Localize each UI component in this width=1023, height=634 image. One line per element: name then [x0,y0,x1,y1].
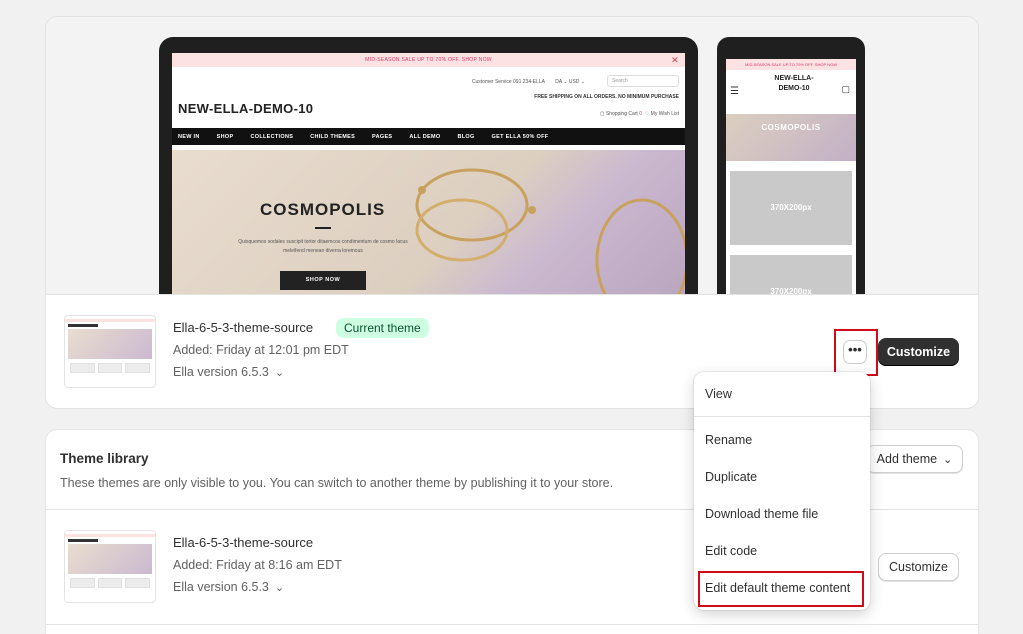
heart-icon: ♡ [644,111,650,117]
preview-nav: NEW IN SHOP COLLECTIONS CHILD THEMES PAG… [172,128,685,145]
current-theme-name: Ella-6-5-3-theme-source [173,320,314,335]
current-theme-version[interactable]: Ella version 6.5.3 ⌄ [173,365,284,379]
mobile-hero-title: COSMOPOLIS [761,123,821,132]
preview-nav-item: SHOP [216,133,234,140]
preview-announcement-bar: MID-SEASON SALE UP TO 70% OFF. SHOP NOW … [172,53,685,67]
highlight-box [834,329,878,376]
current-theme-thumbnail [64,315,156,388]
library-theme-version[interactable]: Ella version 6.5.3 ⌄ [173,580,284,594]
mobile-logo: NEW-ELLA-DEMO-10 [774,75,814,92]
version-label: Ella version 6.5.3 [173,365,269,379]
hero-divider [315,227,331,229]
library-theme-name: Ella-6-5-3-theme-source [173,535,314,550]
menu-item-duplicate[interactable]: Duplicate [705,470,757,484]
menu-item-download-theme-file[interactable]: Download theme file [705,507,818,521]
library-customize-button[interactable]: Customize [878,553,959,581]
preview-topbar: Customer Service 091 234-ELLA DA ⌄ USD ⌄… [172,67,685,92]
theme-preview[interactable]: MID-SEASON SALE UP TO 70% OFF. SHOP NOW … [46,17,978,295]
mobile-announcement-bar: MID-SEASON SALE UP TO 70% OFF. SHOP NOW [726,59,856,70]
preview-cart-count: 0 [639,111,642,117]
bag-icon: ▢ [841,84,850,94]
mobile-preview: MID-SEASON SALE UP TO 70% OFF. SHOP NOW … [717,37,865,294]
preview-hero-banner: COSMOPOLIS Quisquemos sodales suscipit t… [172,150,685,294]
menu-item-view[interactable]: View [705,387,732,401]
preview-language: DA ⌄ [555,79,568,85]
preview-search-box: Search [607,75,679,87]
preview-nav-item: PAGES [372,133,393,140]
preview-wishlist-label: My Wish List [650,111,679,117]
preview-nav-item: NEW IN [178,133,200,140]
library-theme-thumbnail [64,530,156,603]
current-theme-badge: Current theme [336,318,429,338]
current-theme-added: Added: Friday at 12:01 pm EDT [173,343,349,357]
preview-hero-text: Quisquemos sodales suscipit tortor ditae… [238,239,408,254]
mobile-placeholder-tile: 370X200px [730,255,852,294]
preview-nav-item: ALL DEMO [409,133,441,140]
menu-item-rename[interactable]: Rename [705,433,752,447]
desktop-preview: MID-SEASON SALE UP TO 70% OFF. SHOP NOW … [159,37,698,294]
customize-button[interactable]: Customize [878,338,959,366]
menu-icon: ☰ [730,86,739,97]
library-theme-added: Added: Friday at 8:16 am EDT [173,558,342,572]
preview-currency: USD ⌄ [568,79,585,85]
add-theme-label: Add theme [876,452,938,466]
chevron-down-icon: ⌄ [274,582,285,594]
mobile-placeholder-tile: 370X200px [730,171,852,245]
divider [46,624,978,625]
bag-icon: ▢ [599,111,605,117]
menu-divider [694,416,870,417]
add-theme-button[interactable]: Add theme ⌄ [866,445,963,473]
desktop-preview-screen: MID-SEASON SALE UP TO 70% OFF. SHOP NOW … [172,53,685,294]
preview-language-currency: DA ⌄ USD ⌄ [555,79,585,85]
preview-shipping-note: FREE SHIPPING ON ALL ORDERS. NO MINIMUM … [534,94,679,100]
theme-library-title: Theme library [60,451,149,466]
preview-cart: ▢ Shopping Cart 0 ♡ My Wish List [600,111,679,117]
close-icon: ✕ [671,55,679,65]
preview-nav-item: CHILD THEMES [310,133,356,140]
preview-logo: NEW-ELLA-DEMO-10 [178,101,314,116]
mobile-hero: COSMOPOLIS [726,114,856,161]
highlight-box [698,571,864,607]
preview-nav-item: COLLECTIONS [250,133,294,140]
version-label: Ella version 6.5.3 [173,580,269,594]
preview-hero-title: COSMOPOLIS [260,200,386,219]
chevron-down-icon: ⌄ [274,367,285,379]
preview-cart-label: Shopping Cart [605,111,638,117]
mobile-header: ☰ NEW-ELLA-DEMO-10 ▢ [726,70,856,114]
preview-nav-item: GET ELLA 50% OFF [491,133,549,140]
preview-banner-text: MID-SEASON SALE UP TO 70% OFF. SHOP NOW [365,57,492,63]
theme-library-subtitle: These themes are only visible to you. Yo… [60,476,614,490]
preview-shop-now-button: SHOP NOW [280,271,366,290]
preview-header: NEW-ELLA-DEMO-10 FREE SHIPPING ON ALL OR… [172,92,685,128]
menu-item-edit-code[interactable]: Edit code [705,544,757,558]
preview-customer-service: Customer Service 091 234-ELLA [471,79,545,85]
chevron-down-icon: ⌄ [943,454,953,466]
bracelets-image [415,168,685,294]
mobile-preview-screen: MID-SEASON SALE UP TO 70% OFF. SHOP NOW … [726,59,856,294]
preview-nav-item: BLOG [457,133,475,140]
